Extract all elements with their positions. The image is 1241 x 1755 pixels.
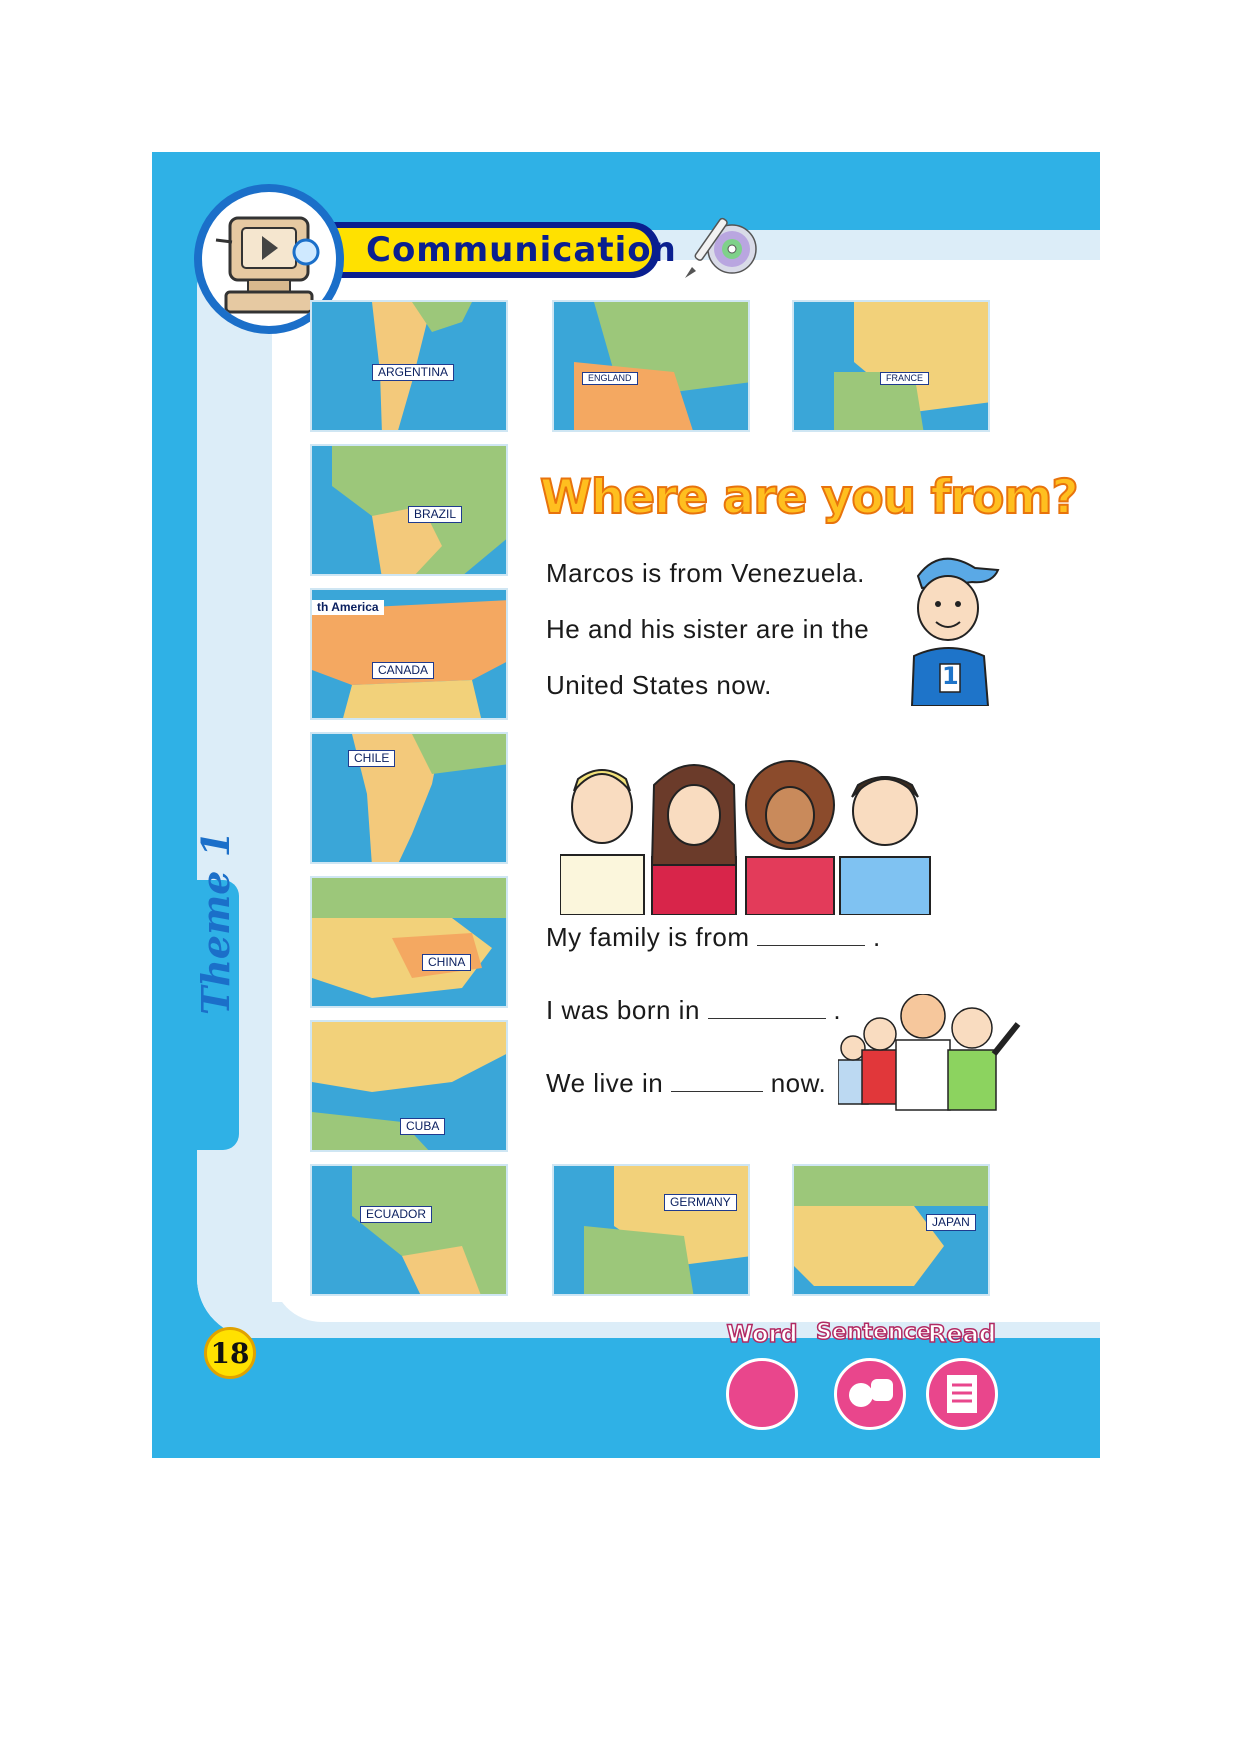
map-region-label: th America [312, 600, 384, 615]
map-england: ENGLAND [552, 300, 750, 432]
word-button[interactable]: Word [722, 1319, 802, 1430]
map-label: GERMANY [664, 1194, 737, 1211]
map-label: BRAZIL [408, 506, 463, 523]
fill-suffix: . [872, 922, 881, 952]
map-china: CHINA [310, 876, 508, 1008]
section-title: Communication [366, 230, 677, 270]
header-banner-inner: Communication [306, 228, 676, 272]
map-label: ARGENTINA [372, 364, 455, 381]
fill-prompt: We live in [546, 1068, 664, 1098]
map-canada: th America CANADA [310, 588, 508, 720]
sentence-button-label: Sentence [815, 1319, 932, 1346]
word-button-label: Word [726, 1319, 799, 1349]
sentence-button[interactable]: Sentence [815, 1319, 932, 1430]
map-brazil: BRAZIL [310, 444, 508, 576]
fill-prompt: I was born in [546, 995, 700, 1025]
map-ecuador: ECUADOR [310, 1164, 508, 1296]
family-group-illustration [837, 993, 1028, 1114]
shirt-number: 1 [942, 662, 959, 690]
map-label: CHILE [348, 750, 396, 767]
map-label: JAPAN [926, 1214, 976, 1231]
map-germany: GERMANY [552, 1164, 750, 1296]
map-argentina: ARGENTINA [310, 300, 508, 432]
fill-line-born: I was born in . [546, 995, 841, 1026]
boy-number-one-illustration: 1 [900, 546, 1000, 707]
map-label: FRANCE [880, 372, 930, 385]
map-chile: CHILE [310, 732, 508, 864]
document-icon [926, 1358, 998, 1430]
intro-line: He and his sister are in the [546, 614, 870, 644]
pen-cd-icon [680, 205, 760, 285]
page-number: 18 [204, 1327, 256, 1379]
answer-blank[interactable] [670, 1091, 763, 1092]
map-label: ECUADOR [360, 1206, 433, 1223]
four-children-illustration [559, 745, 950, 916]
fill-suffix: now. [770, 1068, 827, 1098]
theme-label: Theme 1 [193, 830, 238, 1015]
read-button-label: Read [927, 1319, 997, 1349]
read-button[interactable]: Read [922, 1319, 1002, 1430]
map-label: ENGLAND [582, 372, 638, 385]
map-france: FRANCE [792, 300, 990, 432]
fill-prompt: My family is from [546, 922, 750, 952]
fill-line-family: My family is from . [546, 922, 881, 953]
word-circle-icon [726, 1358, 798, 1430]
answer-blank[interactable] [707, 1018, 826, 1019]
intro-line: Marcos is from Venezuela. [546, 558, 865, 588]
map-label: CANADA [372, 662, 435, 679]
fill-line-live: We live in now. [546, 1068, 826, 1099]
speech-bubble-icon [834, 1358, 906, 1430]
lesson-heading: Where are you from? [539, 469, 1080, 526]
answer-blank[interactable] [757, 945, 866, 946]
map-japan: JAPAN [792, 1164, 990, 1296]
map-label: CUBA [400, 1118, 446, 1135]
intro-line: United States now. [546, 670, 772, 700]
map-cuba: CUBA [310, 1020, 508, 1152]
map-label: CHINA [422, 954, 472, 971]
